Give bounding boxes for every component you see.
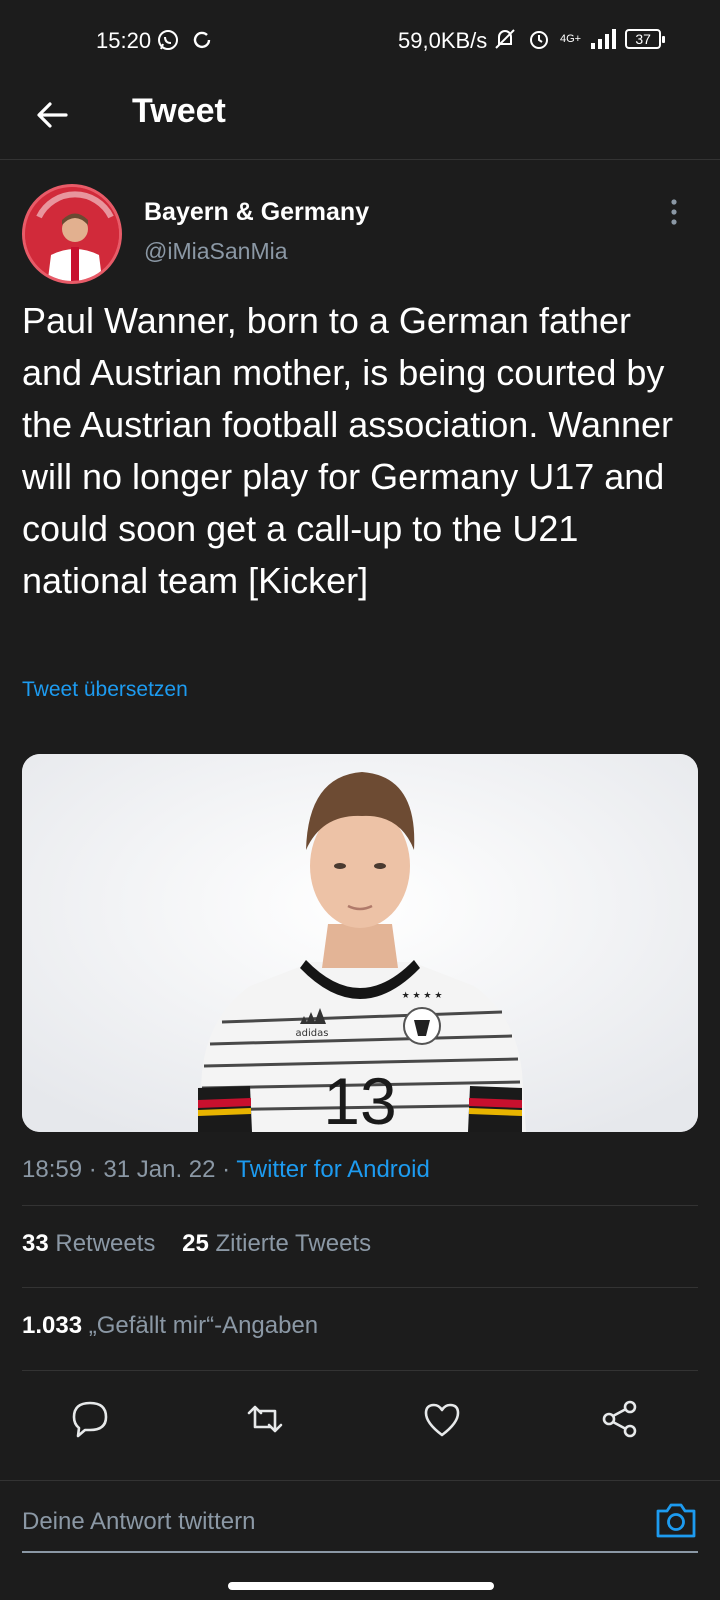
reply-bar bbox=[0, 1480, 720, 1570]
likes-label: „Gefällt mir“-Angaben bbox=[88, 1312, 319, 1339]
alarm-icon bbox=[530, 31, 548, 49]
network-speed: 59,0KB/s bbox=[398, 28, 488, 53]
tweet-media[interactable]: ★ ★ ★ ★ adidas 13 bbox=[22, 754, 698, 1132]
quotes-count: 25 bbox=[182, 1230, 209, 1257]
home-indicator[interactable] bbox=[228, 1582, 494, 1590]
status-time: 15:20 bbox=[96, 28, 152, 53]
author-name[interactable]: Bayern & Germany bbox=[144, 198, 369, 227]
tweet-date: 31 Jan. 22 bbox=[103, 1156, 216, 1183]
retweets-stat[interactable]: 33 Retweets bbox=[22, 1230, 155, 1257]
meta-separator: · bbox=[222, 1156, 231, 1183]
action-bar bbox=[0, 1385, 720, 1455]
quotes-stat[interactable]: 25 Zitierte Tweets bbox=[182, 1230, 371, 1257]
reply-input[interactable] bbox=[22, 1501, 622, 1543]
tweet-timestamp: 18:59 · 31 Jan. 22 · Twitter for Android bbox=[22, 1156, 430, 1184]
jersey-brand: adidas bbox=[296, 1028, 329, 1039]
retweet-icon[interactable] bbox=[243, 1397, 287, 1441]
stats-row: 33 Retweets 25 Zitierte Tweets bbox=[22, 1230, 371, 1258]
page-title: Tweet bbox=[132, 92, 226, 130]
svg-text:★ ★ ★ ★: ★ ★ ★ ★ bbox=[402, 991, 443, 1001]
divider bbox=[22, 1370, 698, 1371]
retweets-count: 33 bbox=[22, 1230, 49, 1257]
divider bbox=[22, 1287, 698, 1288]
author-handle[interactable]: @iMiaSanMia bbox=[144, 238, 288, 265]
player-photo: ★ ★ ★ ★ adidas 13 bbox=[22, 754, 698, 1132]
status-icons: 4G+ 37 bbox=[492, 26, 666, 52]
arrow-left-icon[interactable] bbox=[28, 90, 78, 140]
meta-separator: · bbox=[88, 1156, 97, 1183]
tweet-source-link[interactable]: Twitter for Android bbox=[236, 1156, 429, 1183]
whatsapp-icon bbox=[158, 30, 178, 50]
jersey-number: 13 bbox=[323, 1064, 396, 1132]
translate-link[interactable]: Tweet übersetzen bbox=[22, 678, 188, 702]
avatar-image bbox=[25, 187, 119, 281]
reply-underline bbox=[22, 1551, 698, 1553]
header: Tweet bbox=[0, 82, 720, 160]
battery-indicator: 37 bbox=[625, 29, 666, 49]
tweet-time: 18:59 bbox=[22, 1156, 83, 1183]
muted-bell-icon bbox=[495, 29, 515, 49]
network-type: 4G+ bbox=[560, 32, 582, 45]
tweet-text: Paul Wanner, born to a German father and… bbox=[22, 300, 674, 601]
signal-icon bbox=[591, 29, 617, 49]
comment-icon[interactable] bbox=[68, 1397, 112, 1441]
camera-icon[interactable] bbox=[654, 1499, 698, 1541]
divider bbox=[22, 1205, 698, 1206]
likes-stat[interactable]: 1.033 „Gefällt mir“-Angaben bbox=[22, 1312, 318, 1340]
share-icon[interactable] bbox=[598, 1397, 642, 1441]
avatar[interactable] bbox=[22, 184, 122, 284]
status-bar: 15:20 59,0KB/s 4G+ 37 bbox=[0, 0, 720, 82]
sync-icon bbox=[193, 31, 211, 49]
retweets-label: Retweets bbox=[55, 1230, 156, 1257]
quotes-label: Zitierte Tweets bbox=[215, 1230, 372, 1257]
heart-icon[interactable] bbox=[420, 1397, 464, 1441]
more-vertical-icon[interactable] bbox=[664, 196, 684, 228]
likes-count: 1.033 bbox=[22, 1312, 83, 1339]
